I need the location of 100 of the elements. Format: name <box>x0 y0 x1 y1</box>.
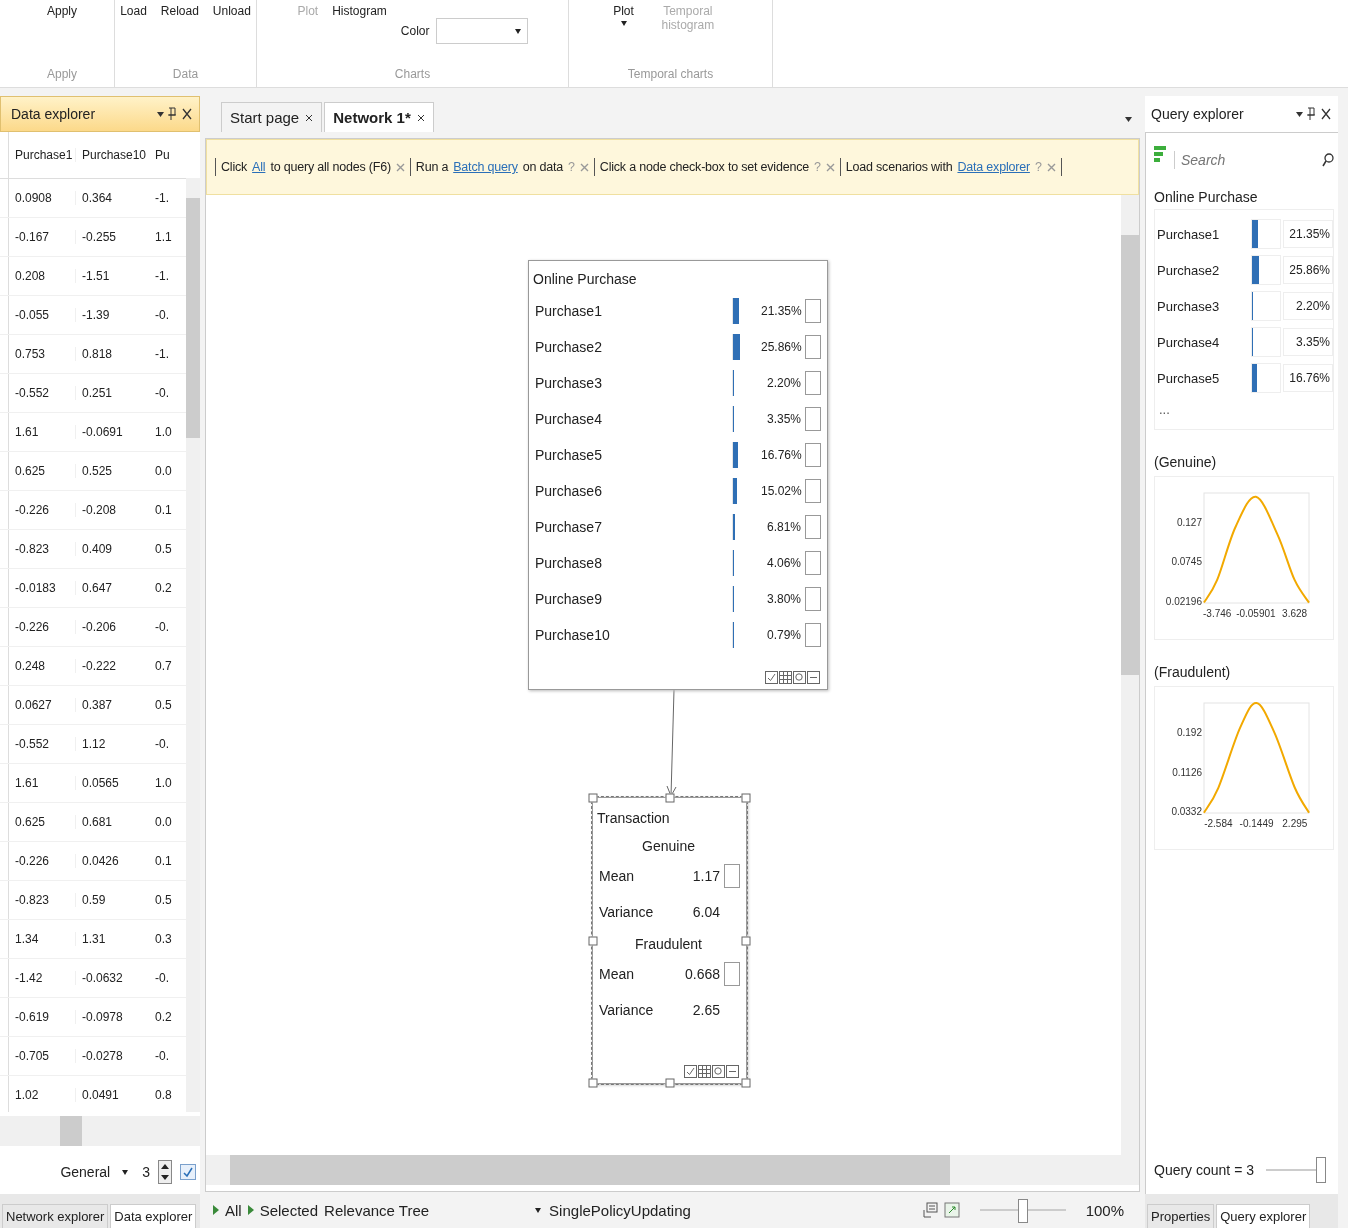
resize-handle[interactable] <box>588 793 598 803</box>
resize-handle[interactable] <box>665 1078 674 1088</box>
parameter-label: Mean <box>599 868 636 884</box>
evidence-checkbox[interactable] <box>805 587 821 611</box>
close-icon[interactable] <box>416 113 425 122</box>
table-cell-text: -1. <box>154 347 170 361</box>
probability-value: 15.02% <box>761 484 801 498</box>
status-item[interactable]: Relevance Tree <box>324 1201 430 1219</box>
table-cell: -0.255 <box>75 230 151 244</box>
resize-handle[interactable] <box>741 936 751 945</box>
tip-link[interactable]: Data explorer <box>957 160 1030 174</box>
table-cell: 0.387 <box>75 698 151 712</box>
resize-handle[interactable] <box>588 1078 598 1088</box>
probability-value: 6.81% <box>765 520 801 534</box>
zoom-value: 100% <box>1085 1201 1124 1219</box>
tip-text: to query all nodes (F6) <box>270 160 391 174</box>
group-label: Temporal charts <box>627 67 714 81</box>
evidence-checkbox[interactable] <box>805 479 821 503</box>
table-cell: 1.12 <box>75 737 151 751</box>
layout-icon[interactable] <box>921 1202 938 1218</box>
column-header[interactable]: Purchase10 <box>75 148 151 162</box>
zoom-slider[interactable] <box>1017 1199 1028 1223</box>
table-cell-text: 0.1 <box>154 854 173 868</box>
play-icon[interactable] <box>247 1205 254 1215</box>
evidence-checkbox[interactable] <box>805 623 821 647</box>
column-header[interactable]: Purchase1 <box>9 148 75 162</box>
node-title: Online Purchase <box>533 271 638 287</box>
status-item[interactable]: Selected <box>259 1201 319 1219</box>
table-cell-text: 0.0 <box>154 815 173 829</box>
tip-text: Load scenarios with <box>845 160 953 174</box>
horizontal-scrollbar[interactable] <box>0 1116 200 1146</box>
ribbon-button[interactable]: Reload <box>160 4 199 18</box>
resize-handle[interactable] <box>588 936 598 945</box>
search-icon[interactable] <box>1322 153 1334 167</box>
column-header[interactable]: Pu <box>151 148 181 162</box>
caret-icon[interactable] <box>1125 117 1132 122</box>
table-cell-text: -0.226 <box>14 503 51 517</box>
tip-link[interactable]: Batch query <box>453 160 518 174</box>
parameter-label: Variance <box>599 1002 655 1018</box>
vertical-scrollbar[interactable] <box>186 178 200 1112</box>
node-toolbar-icon[interactable] <box>765 671 821 685</box>
panel-tab[interactable]: Query explorer <box>1216 1204 1311 1228</box>
probability-value: 16.76% <box>761 448 801 462</box>
ribbon-button[interactable]: Unload <box>212 4 251 18</box>
table-cell: 1.31 <box>75 932 151 946</box>
table-cell-text: -0. <box>154 737 170 751</box>
parameter-value: 0.668 <box>684 966 720 982</box>
spinner-icon[interactable] <box>158 1160 172 1184</box>
table-cell-text: -0.055 <box>14 308 51 322</box>
evidence-checkbox[interactable] <box>724 962 740 986</box>
horizontal-scrollbar[interactable] <box>206 1155 1139 1185</box>
probability-value: 4.06% <box>765 556 801 570</box>
table-cell-text: -0. <box>154 386 170 400</box>
state-name: Purchase4 <box>534 411 603 427</box>
ribbon-button[interactable]: Plot <box>613 4 634 26</box>
table-cell: 0.647 <box>75 581 151 595</box>
table-cell-text: -0.0183 <box>14 581 57 595</box>
evidence-checkbox[interactable] <box>805 371 821 395</box>
table-cell: -0.0278 <box>75 1049 151 1063</box>
policy-dropdown[interactable]: SinglePolicyUpdating <box>535 1201 691 1219</box>
evidence-checkbox[interactable] <box>805 515 821 539</box>
status-item[interactable]: All <box>225 1201 242 1219</box>
table-cell: 0.681 <box>75 815 151 829</box>
ribbon-button[interactable]: Histogram <box>332 4 387 18</box>
node-toolbar-icon[interactable] <box>684 1065 740 1079</box>
close-icon[interactable] <box>305 113 314 122</box>
table-cell-text: 0.625 <box>14 464 47 478</box>
tip-link[interactable]: All <box>252 160 266 174</box>
evidence-checkbox[interactable] <box>724 864 740 888</box>
tip-text: Click <box>221 160 248 174</box>
play-icon[interactable] <box>213 1205 219 1215</box>
table-cell-text: 0.3 <box>154 932 173 946</box>
table-cell-text: 1.61 <box>14 425 40 439</box>
ribbon-button[interactable]: Apply <box>47 4 77 18</box>
panel-tab[interactable]: Network explorer <box>2 1204 109 1228</box>
document-tab[interactable]: Network 1* <box>324 102 434 132</box>
evidence-checkbox[interactable] <box>805 551 821 575</box>
option-checkbox[interactable] <box>180 1164 196 1180</box>
evidence-checkbox[interactable] <box>805 335 821 359</box>
panel-tab[interactable]: Properties <box>1147 1204 1215 1228</box>
evidence-checkbox[interactable] <box>805 443 821 467</box>
mode-dropdown[interactable]: General <box>60 1164 129 1180</box>
document-tab[interactable]: Start page <box>221 102 323 132</box>
fit-icon[interactable] <box>943 1202 960 1218</box>
vertical-scrollbar[interactable] <box>1121 195 1139 1155</box>
state-name: Fraudulent <box>634 936 703 952</box>
resize-handle[interactable] <box>741 1078 751 1088</box>
panel-tab[interactable]: Data explorer <box>110 1204 197 1228</box>
evidence-checkbox[interactable] <box>805 407 821 431</box>
table-cell-text: 1.0 <box>154 425 173 439</box>
ribbon-button[interactable]: Load <box>120 4 147 18</box>
resize-handle[interactable] <box>665 793 674 803</box>
table-cell: 0.525 <box>75 464 151 478</box>
table-cell: 0.409 <box>75 542 151 556</box>
color-dropdown[interactable] <box>435 18 528 44</box>
evidence-checkbox[interactable] <box>805 299 821 323</box>
count-slider[interactable] <box>1316 1157 1326 1183</box>
network-node[interactable]: Online Purchase Purchase1 21.35% Purchase2 25.86% Purchase3 2.20% Purchase4 3.35% Purchase5 16.76% Purchase6 15.02% Purchase7 6.81% Purchase8 4.06% Purchase9 3.80% Purchase10 0.79% <box>528 260 828 690</box>
resize-handle[interactable] <box>741 793 751 803</box>
panel-title: Query explorer <box>1151 106 1244 122</box>
